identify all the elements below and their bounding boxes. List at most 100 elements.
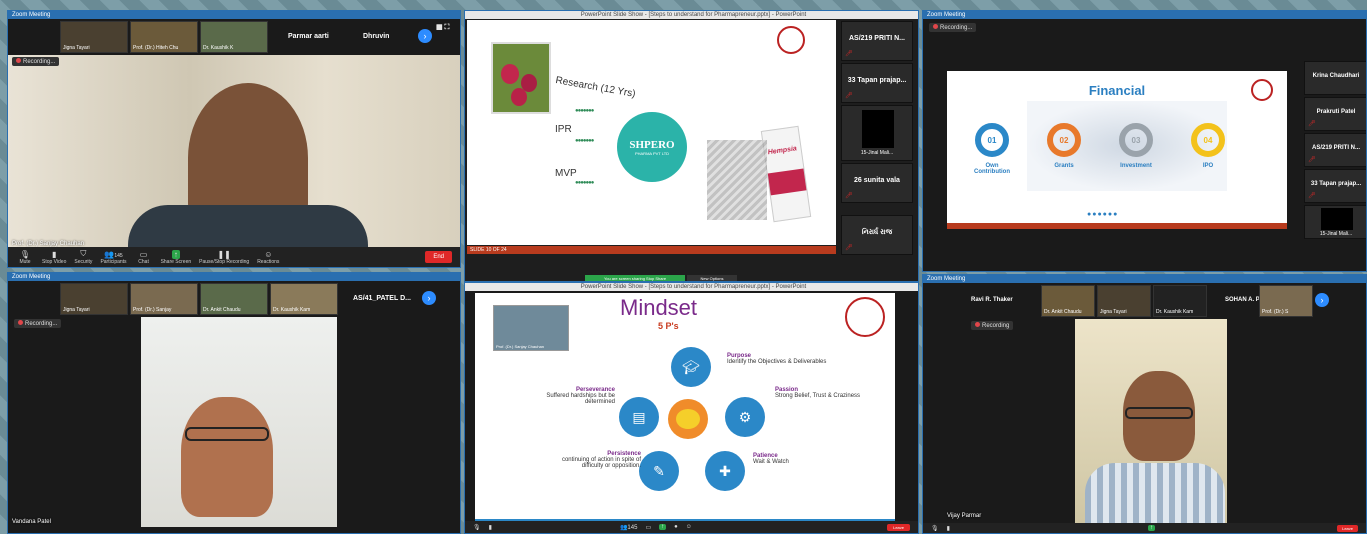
participants-button[interactable]: 👥145 Participants <box>100 250 126 265</box>
meeting-controls: 🎙 ▮ ↑ Leave <box>923 523 1366 533</box>
recording-indicator: Recording... <box>929 23 977 32</box>
speaker-figure <box>181 397 273 517</box>
chain-graphic <box>707 140 767 220</box>
participant-thumb[interactable]: Prof. (Dr.) Hiteh Chu <box>130 21 198 53</box>
participants-button[interactable]: 👥145 <box>620 524 638 531</box>
microphone-icon[interactable]: 🎙 <box>473 524 481 531</box>
slide-status-bar <box>947 223 1287 229</box>
participant-thumb[interactable]: Jigna Tayari <box>60 283 128 315</box>
mic-muted-icon: 🎤︎ <box>845 193 853 199</box>
new-options-button[interactable]: New Options <box>687 275 737 281</box>
mute-button[interactable]: 🎙 Mute <box>16 250 34 265</box>
participant-thumb[interactable]: Dr. Kaushik Kam <box>1153 285 1207 317</box>
shield-icon: ⛉ <box>80 249 87 258</box>
window-title: PowerPoint Slide Show - [Steps to unders… <box>465 283 918 291</box>
reactions-button[interactable]: ☺ Reactions <box>257 250 279 265</box>
smile-icon: ☺ <box>264 249 273 259</box>
participant-tile[interactable]: AS/219 PRITI N... 🎤︎ <box>1304 133 1366 167</box>
step-label: IPO <box>1202 163 1214 169</box>
participant-name[interactable]: AS/41_PATEL D... <box>353 295 411 302</box>
presentation-slide: Financial 01 Own Contribution 02 Grants 03 In… <box>947 71 1287 223</box>
slide-title: Financial <box>1088 83 1146 98</box>
zoom-window-1: Zoom Meeting Jigna Tayari Prof. (Dr.) Hi… <box>7 10 461 268</box>
stop-video-button[interactable]: ▮ Stop Video <box>42 250 66 265</box>
share-screen-button[interactable]: ↑ <box>1147 525 1155 531</box>
mic-muted-icon: 🎤︎ <box>845 51 853 57</box>
presentation-slide: Research (12 Yrs) IPR MVP ●●●●●●● ●●●●●●… <box>467 20 836 245</box>
security-button[interactable]: ⛉ Security <box>74 249 92 265</box>
participant-name[interactable]: Parmar aarti <box>288 33 329 40</box>
thumbnail-strip: Jigna Tayari Prof. (Dr.) Hiteh Chu Dr. K… <box>60 21 268 53</box>
graduation-icon: 🎓︎ <box>671 347 711 387</box>
participant-tile[interactable]: AS/219 PRITI N... 🎤︎ <box>841 21 913 61</box>
meeting-controls: 🎙 ▮ 👥145 ▭ ↑ ● ☺ Leave <box>465 521 918 533</box>
participant-thumb[interactable]: Prof. (Dr.) S <box>1259 285 1313 317</box>
university-logo <box>1251 79 1273 101</box>
camera-icon[interactable]: ▮ <box>947 525 950 532</box>
speaker-video <box>8 55 460 247</box>
step-circle: 02 <box>1047 123 1081 157</box>
participant-tile[interactable]: Krina Chaudhari <box>1304 61 1366 95</box>
participant-tile[interactable]: Prakruti Patel 🎤︎ <box>1304 97 1366 131</box>
thumbnail-strip: Jigna Tayari Prof. (Dr.) Sanjay Dr. Anki… <box>60 283 338 315</box>
participant-tile[interactable]: 26 sunita vala 🎤︎ <box>841 163 913 203</box>
speaker-name-label: Vandana Patel <box>12 519 51 525</box>
leave-button[interactable]: Leave <box>1337 524 1358 532</box>
participant-thumb[interactable]: Dr. Kaushik Kam <box>270 283 338 315</box>
mic-muted-icon: 🎤︎ <box>845 93 853 99</box>
leave-button[interactable]: Leave <box>887 523 910 531</box>
share-arrow-icon: ↑ <box>171 249 180 259</box>
participant-thumb[interactable]: Dr. Ankit Chaudu <box>1041 285 1095 317</box>
mic-muted-icon: 🎤︎ <box>845 245 853 251</box>
share-banner[interactable]: You are screen sharing Stop Share <box>585 275 685 281</box>
participant-thumb[interactable]: Jigna Tayari <box>60 21 128 53</box>
presenter-video: Prof. (Dr.) Sanjay Chauhan <box>493 305 569 351</box>
participant-thumb[interactable]: Jigna Tayari <box>1097 285 1151 317</box>
view-icon[interactable]: ▦ ⛶ <box>436 23 449 32</box>
slide-title: Mindset <box>620 295 698 320</box>
step-circle: 03 <box>1119 123 1153 157</box>
participant-tile[interactable]: 15-Jinal Mali... <box>1304 205 1366 239</box>
participant-name[interactable]: Dhruvin <box>363 33 389 40</box>
participant-thumb[interactable]: Dr. Kaushik K <box>200 21 268 53</box>
university-logo <box>845 297 885 337</box>
next-page-icon[interactable]: › <box>418 29 432 43</box>
chat-button[interactable]: ▭ Chat <box>135 250 153 265</box>
pause-icon: ❚❚ <box>217 249 231 259</box>
product-box: Hempsia <box>760 125 812 223</box>
camera-icon[interactable]: ▮ <box>489 524 492 531</box>
participant-tile[interactable]: 33 Tapan prajap... 🎤︎ <box>841 63 913 103</box>
microphone-icon[interactable]: 🎙 <box>931 525 939 532</box>
participant-thumb[interactable]: Dr. Ankit Chaudu <box>200 283 268 315</box>
speaker-video <box>1075 319 1227 523</box>
zoom-window-3: Zoom Meeting Recording... Financial 01 Ow… <box>922 10 1367 272</box>
participant-tile[interactable]: નિરાર્ધ રાજ 🎤︎ <box>841 215 913 255</box>
zoom-window-4: Zoom Meeting Jigna Tayari Prof. (Dr.) Sa… <box>7 272 461 534</box>
share-screen-button[interactable]: ↑ Share Screen <box>161 249 191 265</box>
zoom-window-6: Zoom Meeting Ravi R. Thaker Dr. Ankit Ch… <box>922 274 1367 534</box>
recording-indicator: Recording... <box>14 319 62 328</box>
microphone-icon: 🎙 <box>19 249 31 259</box>
step-circle: 01 <box>975 123 1009 157</box>
window-title: Zoom Meeting <box>8 273 460 281</box>
record-icon[interactable]: ● <box>674 524 678 530</box>
participant-thumb[interactable]: Prof. (Dr.) Sanjay <box>130 283 198 315</box>
smile-icon[interactable]: ☺ <box>686 524 692 530</box>
participant-tile[interactable]: 15-Jinal Mali... <box>841 105 913 161</box>
next-page-icon[interactable]: › <box>1315 293 1329 307</box>
end-button[interactable]: End <box>425 251 452 263</box>
participant-tile[interactable]: 33 Tapan prajap... 🎤︎ <box>1304 169 1366 203</box>
shpero-logo: SHPERO PHARMA PVT LTD <box>617 112 687 182</box>
record-button[interactable]: ❚❚ Pause/Stop Recording <box>199 250 249 265</box>
people-icon: 👥145 <box>104 249 123 259</box>
book-icon: ▤ <box>619 397 659 437</box>
glasses <box>185 427 269 441</box>
step-label: Grants <box>1054 163 1074 169</box>
window-title: PowerPoint Slide Show - [Steps to unders… <box>465 11 918 19</box>
next-page-icon[interactable]: › <box>422 291 436 305</box>
chat-icon[interactable]: ▭ <box>645 524 651 531</box>
puzzle-icon: ✚ <box>705 451 745 491</box>
fruit-image <box>491 42 551 114</box>
participant-name[interactable]: Ravi R. Thaker <box>971 297 1013 303</box>
share-screen-button[interactable]: ↑ <box>659 524 667 530</box>
